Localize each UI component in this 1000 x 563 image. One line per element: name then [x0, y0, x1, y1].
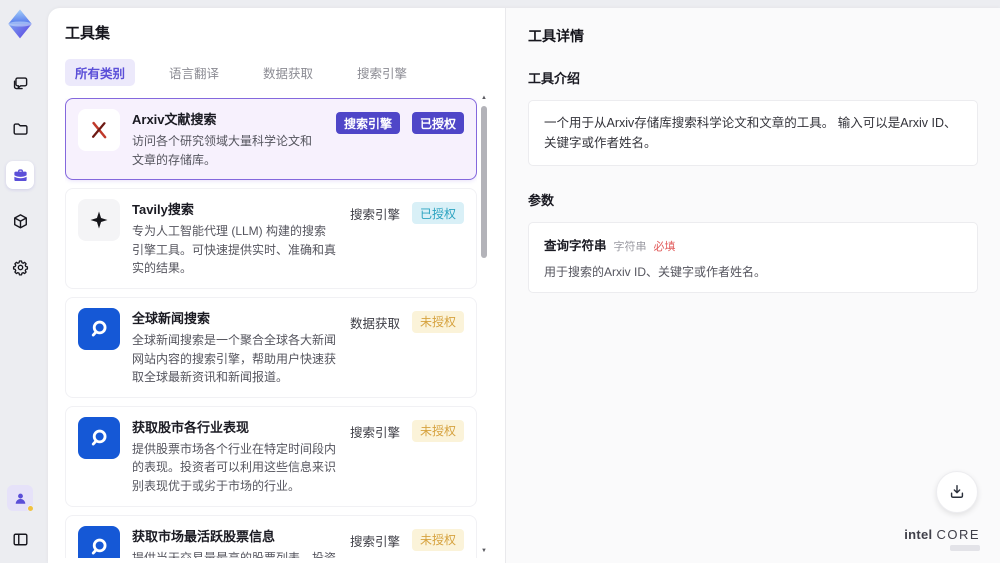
param-required-badge: 必填 [653, 241, 676, 253]
sidebar-toggle-icon[interactable] [6, 525, 34, 553]
tool-desc: 访问各个研究领域大量科学论文和文章的存储库。 [132, 134, 313, 167]
news-search-logo-icon [78, 525, 120, 558]
intro-text: 一个用于从Arxiv存储库搜索科学论文和文章的工具。 输入可以是Arxiv ID… [544, 116, 957, 150]
tool-desc: 专为人工智能代理 (LLM) 构建的搜索引擎工具。可快速提供实时、准确和真实的结… [132, 224, 337, 276]
tool-name: 获取股市各行业表现 [132, 419, 250, 435]
category-badge: 搜索引擎 [335, 112, 400, 134]
nav-cube-icon[interactable] [6, 207, 34, 235]
nav-folder-icon[interactable] [6, 115, 34, 143]
tool-detail-panel: 工具详情 工具介绍 一个用于从Arxiv存储库搜索科学论文和文章的工具。 输入可… [505, 8, 1000, 563]
param-type: 字符串 [613, 241, 647, 253]
category-tabs: 所有类别 语言翻译 数据获取 搜索引擎 [65, 59, 505, 86]
nav-chat-icon[interactable] [6, 69, 34, 97]
app-logo-icon [3, 7, 37, 41]
tool-desc: 全球新闻搜索是一个聚合全球各大新闻网站内容的搜索引擎，帮助用户快速获取全球最新资… [132, 332, 337, 385]
avatar-status-dot [27, 505, 34, 512]
left-rail [0, 0, 40, 563]
status-badge: 已授权 [411, 202, 464, 225]
params-heading: 参数 [528, 193, 555, 208]
nav-toolbox-icon[interactable] [6, 161, 34, 189]
tool-list-panel: 工具集 所有类别 语言翻译 数据获取 搜索引擎 Arxiv文献搜索 访问各个研究领域大… [48, 8, 505, 563]
tab-0[interactable]: 所有类别 [65, 59, 136, 86]
tool-name: 全球新闻搜索 [132, 310, 211, 326]
news-search-logo-icon [78, 416, 120, 459]
content-card: 工具集 所有类别 语言翻译 数据获取 搜索引擎 Arxiv文献搜索 访问各个研究领域大… [48, 8, 1000, 563]
scrollbar-track[interactable] [480, 102, 488, 547]
tool-list-item[interactable]: Tavily搜索 专为人工智能代理 (LLM) 构建的搜索引擎工具。可快速提供实… [65, 188, 477, 289]
status-badge: 已授权 [411, 112, 464, 134]
intro-heading: 工具介绍 [528, 71, 581, 86]
download-button[interactable] [936, 471, 978, 513]
scrollbar-thumb[interactable] [481, 106, 487, 258]
brand-sub-bar [950, 545, 980, 551]
category-label: 搜索引擎 [349, 208, 400, 223]
tool-list: Arxiv文献搜索 访问各个研究领域大量科学论文和文章的存储库。 搜索引擎 已授… [65, 98, 477, 558]
tool-list-item[interactable]: 获取股市各行业表现 提供股票市场各个行业在特定时间段内的表现。投资者可以利用这些… [65, 405, 477, 507]
category-label: 搜索引擎 [349, 534, 400, 549]
user-avatar[interactable] [7, 485, 34, 512]
intel-wordmark: intel [904, 527, 933, 542]
param-desc: 用于搜索的Arxiv ID、关键字或作者姓名。 [544, 265, 767, 279]
page-title: 工具集 [65, 25, 111, 42]
intel-core-logo: intel CORE [904, 527, 980, 551]
core-wordmark: CORE [936, 527, 980, 542]
tab-1[interactable]: 语言翻译 [159, 59, 229, 86]
tool-name: 获取市场最活跃股票信息 [132, 528, 276, 544]
intro-box: 一个用于从Arxiv存储库搜索科学论文和文章的工具。 输入可以是Arxiv ID… [528, 100, 978, 166]
detail-title: 工具详情 [528, 28, 584, 44]
nav-settings-gear-icon[interactable] [6, 253, 34, 281]
status-badge: 未授权 [411, 528, 464, 551]
tab-3[interactable]: 搜索引擎 [347, 59, 417, 86]
list-scrollbar[interactable]: ▲ ▼ [479, 94, 489, 555]
category-label: 数据获取 [349, 316, 400, 331]
download-icon [950, 485, 964, 498]
tool-list-item[interactable]: Arxiv文献搜索 访问各个研究领域大量科学论文和文章的存储库。 搜索引擎 已授… [65, 98, 477, 181]
tab-2[interactable]: 数据获取 [253, 59, 323, 86]
scroll-down-icon[interactable]: ▼ [481, 547, 487, 555]
category-label: 搜索引擎 [349, 425, 400, 440]
status-badge: 未授权 [411, 419, 464, 442]
scroll-up-icon[interactable]: ▲ [481, 94, 487, 102]
status-badge: 未授权 [411, 310, 464, 333]
tool-name: Arxiv文献搜索 [132, 112, 217, 127]
tool-name: Tavily搜索 [132, 202, 194, 218]
tool-list-item[interactable]: 全球新闻搜索 全球新闻搜索是一个聚合全球各大新闻网站内容的搜索引擎，帮助用户快速… [65, 296, 477, 398]
tool-desc: 提供当天交易量最高的股票列表。投资者可以利用这些信息来识别流动性强的股票和潜在的… [132, 550, 337, 558]
news-search-logo-icon [78, 307, 120, 350]
param-name: 查询字符串 [544, 239, 607, 253]
tool-desc: 提供股票市场各个行业在特定时间段内的表现。投资者可以利用这些信息来识别表现优于或… [132, 441, 337, 493]
tavily-star-icon [78, 199, 120, 242]
param-box: 查询字符串 字符串 必填 用于搜索的Arxiv ID、关键字或作者姓名。 [528, 222, 978, 293]
arxiv-logo-icon [78, 109, 120, 151]
tool-list-item[interactable]: 获取市场最活跃股票信息 提供当天交易量最高的股票列表。投资者可以利用这些信息来识… [65, 514, 477, 558]
